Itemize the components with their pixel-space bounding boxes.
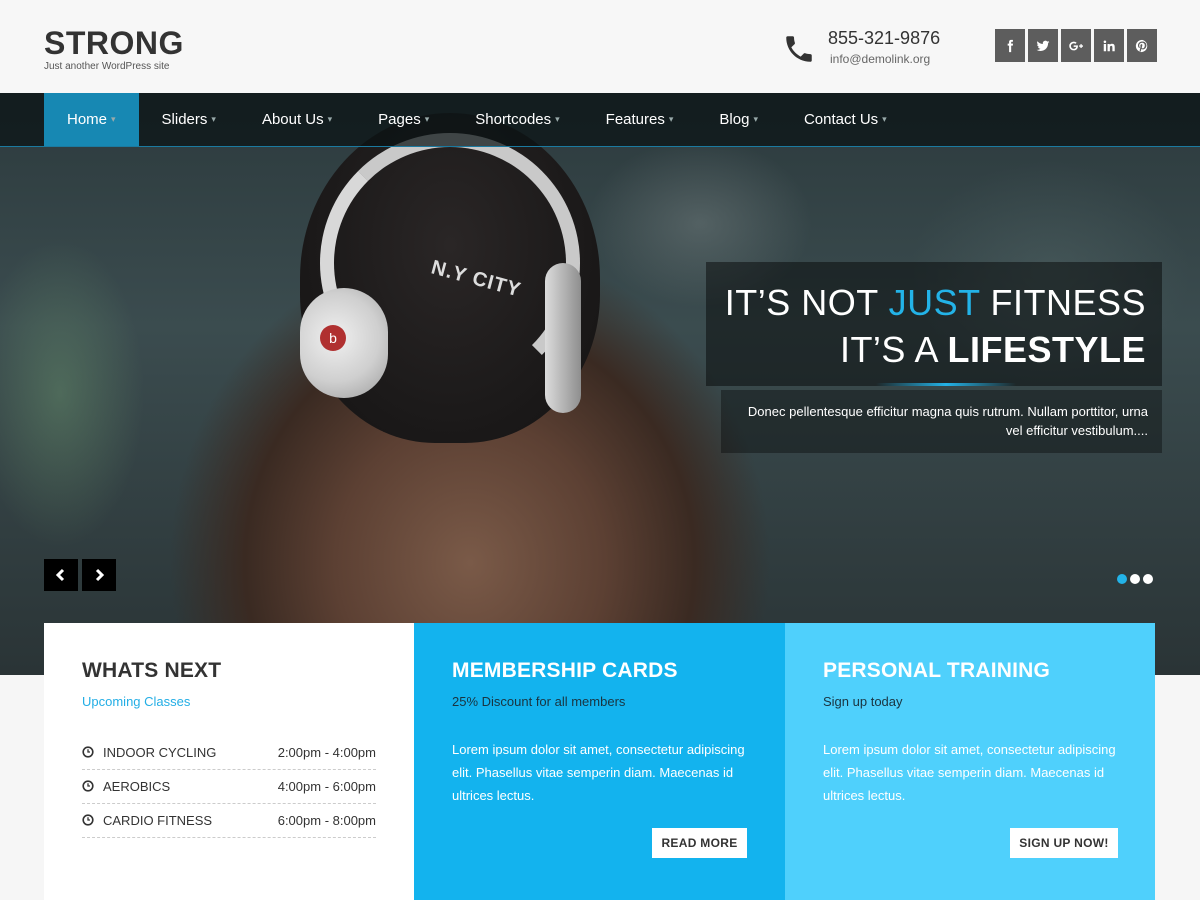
slider-next-button[interactable] xyxy=(82,559,116,591)
headline-text: IT’S A xyxy=(839,329,948,370)
membership-cards-panel: MEMBERSHIP CARDS 25% Discount for all me… xyxy=(414,623,785,900)
slider-dot[interactable] xyxy=(1130,574,1140,584)
nav-item-features[interactable]: Features ▾ xyxy=(583,93,697,146)
google-plus-icon[interactable] xyxy=(1061,29,1091,62)
main-nav: Home ▾ Sliders ▾ About Us ▾ Pages ▾ Shortcod… xyxy=(0,93,1200,147)
panel-title: PERSONAL TRAINING xyxy=(823,659,1051,682)
nav-item-contact-us[interactable]: Contact Us ▾ xyxy=(781,93,910,146)
headline-text: FITNESS xyxy=(979,282,1146,323)
linkedin-icon[interactable] xyxy=(1094,29,1124,62)
hero-headline-line2: IT’S A LIFESTYLE xyxy=(840,329,1146,371)
panel-text: Lorem ipsum dolor sit amet, consectetur … xyxy=(452,742,745,803)
panel-subtitle: Sign up today xyxy=(823,694,903,709)
headline-text: IT’S NOT xyxy=(724,282,889,323)
pinterest-icon[interactable] xyxy=(1127,29,1157,62)
phone-number[interactable]: 855-321-9876 xyxy=(828,28,940,49)
chevron-down-icon: ▾ xyxy=(555,114,560,124)
headphones-right-cup xyxy=(545,263,581,413)
panel-text: Lorem ipsum dolor sit amet, consectetur … xyxy=(823,742,1116,803)
social-links xyxy=(995,29,1157,62)
headline-bold: LIFESTYLE xyxy=(947,329,1146,370)
panel-subtitle: 25% Discount for all members xyxy=(452,694,626,709)
nav-item-home[interactable]: Home ▾ xyxy=(44,93,139,146)
nav-label: Features xyxy=(605,111,665,128)
whats-next-panel: WHATS NEXT Upcoming Classes INDOOR CYCLI… xyxy=(44,623,414,900)
panel-subtitle: Upcoming Classes xyxy=(82,694,191,709)
chevron-down-icon: ▾ xyxy=(882,114,887,124)
chevron-right-icon xyxy=(95,568,105,582)
nav-label: Contact Us xyxy=(803,111,879,128)
site-logo[interactable]: STRONG Just another WordPress site xyxy=(44,26,184,72)
caption-divider xyxy=(876,383,1016,386)
hero-headline-line1: IT’S NOT JUST FITNESS xyxy=(725,282,1146,324)
chevron-down-icon: ▾ xyxy=(211,114,216,124)
nav-item-shortcodes[interactable]: Shortcodes ▾ xyxy=(452,93,582,146)
slider-dot[interactable] xyxy=(1143,574,1153,584)
class-row: CARDIO FITNESS 6:00pm - 8:00pm xyxy=(82,804,376,838)
slider-dot[interactable] xyxy=(1117,574,1127,584)
panel-title: MEMBERSHIP CARDS xyxy=(452,659,678,682)
class-list: INDOOR CYCLING 2:00pm - 4:00pm AEROBICS … xyxy=(82,736,376,838)
sign-up-button[interactable]: SIGN UP NOW! xyxy=(1010,828,1118,858)
chevron-left-icon xyxy=(55,568,65,582)
class-row: AEROBICS 4:00pm - 6:00pm xyxy=(82,770,376,804)
read-more-button[interactable]: READ MORE xyxy=(652,828,747,858)
nav-item-about-us[interactable]: About Us ▾ xyxy=(239,93,355,146)
nav-label: Sliders xyxy=(161,111,208,128)
class-time: 6:00pm - 8:00pm xyxy=(277,813,376,828)
nav-label: About Us xyxy=(261,111,324,128)
clock-icon xyxy=(82,746,94,758)
nav-label: Home xyxy=(67,111,108,128)
class-name: AEROBICS xyxy=(103,779,171,794)
clock-icon xyxy=(82,814,94,826)
headphones-logo: b xyxy=(320,325,346,351)
chevron-down-icon: ▾ xyxy=(327,114,333,124)
email-link[interactable]: info@demolink.org xyxy=(830,52,930,66)
class-name: INDOOR CYCLING xyxy=(103,745,217,760)
hero-caption: IT’S NOT JUST FITNESS IT’S A LIFESTYLE xyxy=(706,262,1162,386)
chevron-down-icon: ▾ xyxy=(111,114,116,124)
class-row: INDOOR CYCLING 2:00pm - 4:00pm xyxy=(82,736,376,770)
slider-pagination xyxy=(1117,574,1153,584)
class-name: CARDIO FITNESS xyxy=(103,813,213,828)
facebook-icon[interactable] xyxy=(995,29,1025,62)
headline-highlight: JUST xyxy=(888,282,980,323)
site-tagline: Just another WordPress site xyxy=(44,61,170,72)
nav-label: Shortcodes xyxy=(475,111,552,128)
site-header: STRONG Just another WordPress site 855-3… xyxy=(0,0,1200,93)
class-time: 2:00pm - 4:00pm xyxy=(277,745,376,760)
twitter-icon[interactable] xyxy=(1028,29,1058,62)
clock-icon xyxy=(82,780,94,792)
panel-title: WHATS NEXT xyxy=(82,659,222,682)
nav-item-sliders[interactable]: Sliders ▾ xyxy=(139,93,239,146)
nav-label: Pages xyxy=(378,111,421,128)
slider-prev-button[interactable] xyxy=(44,559,78,591)
chevron-down-icon: ▾ xyxy=(753,114,758,124)
chevron-down-icon: ▾ xyxy=(668,114,674,124)
site-title[interactable]: STRONG xyxy=(44,26,184,60)
chevron-down-icon: ▾ xyxy=(424,114,430,124)
personal-training-panel: PERSONAL TRAINING Sign up today Lorem ip… xyxy=(785,623,1155,900)
nav-label: Blog xyxy=(719,111,750,128)
hero-description: Donec pellentesque efficitur magna quis … xyxy=(721,390,1162,453)
class-time: 4:00pm - 6:00pm xyxy=(277,779,376,794)
nav-item-pages[interactable]: Pages ▾ xyxy=(355,93,452,146)
nav-item-blog[interactable]: Blog ▾ xyxy=(696,93,781,146)
phone-icon xyxy=(786,36,812,62)
